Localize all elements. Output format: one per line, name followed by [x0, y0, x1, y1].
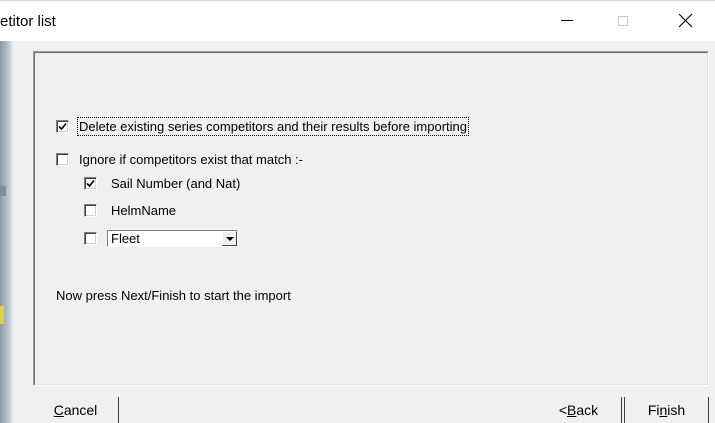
delete-existing-checkbox[interactable]: [56, 120, 69, 133]
options-panel-inner: [34, 52, 708, 385]
background-mark: [0, 186, 6, 196]
maximize-button[interactable]: [600, 0, 646, 41]
helm-name-option[interactable]: HelmName: [84, 203, 176, 218]
helm-name-checkbox[interactable]: [84, 204, 97, 217]
fleet-select[interactable]: Fleet: [107, 230, 238, 247]
fleet-dropdown-button[interactable]: [222, 231, 237, 246]
cancel-button[interactable]: Cancel: [33, 397, 119, 423]
back-button[interactable]: < Back: [536, 397, 622, 423]
delete-existing-option[interactable]: Delete existing series competitors and t…: [56, 117, 470, 136]
fleet-select-value: Fleet: [111, 231, 140, 246]
delete-existing-label: Delete existing series competitors and t…: [76, 117, 470, 136]
cancel-label-post: ancel: [63, 402, 98, 418]
background-mark: [0, 306, 4, 324]
finish-label-post: ish: [667, 402, 686, 418]
back-label-pre: <: [558, 402, 568, 418]
sail-number-option[interactable]: Sail Number (and Nat): [84, 176, 240, 191]
sail-number-label: Sail Number (and Nat): [111, 176, 241, 191]
window-title: etitor list: [0, 13, 56, 30]
finish-button[interactable]: Fi n ish: [624, 397, 709, 423]
check-mark-icon: [86, 179, 95, 188]
instruction-row: Now press Next/Finish to start the impor…: [56, 288, 291, 303]
ignore-if-match-checkbox[interactable]: [56, 153, 69, 166]
fleet-checkbox[interactable]: [84, 232, 97, 245]
ignore-if-match-label: Ignore if competitors exist that match :…: [79, 152, 303, 167]
options-panel: Delete existing series competitors and t…: [33, 51, 709, 386]
close-button[interactable]: [662, 0, 708, 41]
dialog-body: Delete existing series competitors and t…: [13, 41, 715, 423]
chevron-down-icon: [225, 236, 234, 241]
ignore-if-match-option[interactable]: Ignore if competitors exist that match :…: [56, 152, 303, 167]
sail-number-checkbox[interactable]: [84, 177, 97, 190]
check-mark-icon: [58, 122, 67, 131]
fleet-option[interactable]: Fleet: [84, 230, 238, 247]
instruction-text: Now press Next/Finish to start the impor…: [56, 288, 291, 303]
back-label-post: ack: [576, 402, 599, 418]
close-icon: [678, 13, 692, 28]
finish-label-pre: Fi: [647, 402, 660, 418]
finish-label-accel: n: [659, 402, 668, 418]
maximize-icon: [618, 15, 628, 26]
helm-name-label: HelmName: [111, 203, 177, 218]
cancel-label-accel: C: [53, 402, 64, 418]
minimize-button[interactable]: [544, 0, 590, 41]
minimize-icon: [561, 20, 573, 21]
background-window-edge: [0, 41, 13, 423]
title-bar: etitor list: [0, 0, 715, 41]
back-label-accel: B: [567, 402, 577, 418]
